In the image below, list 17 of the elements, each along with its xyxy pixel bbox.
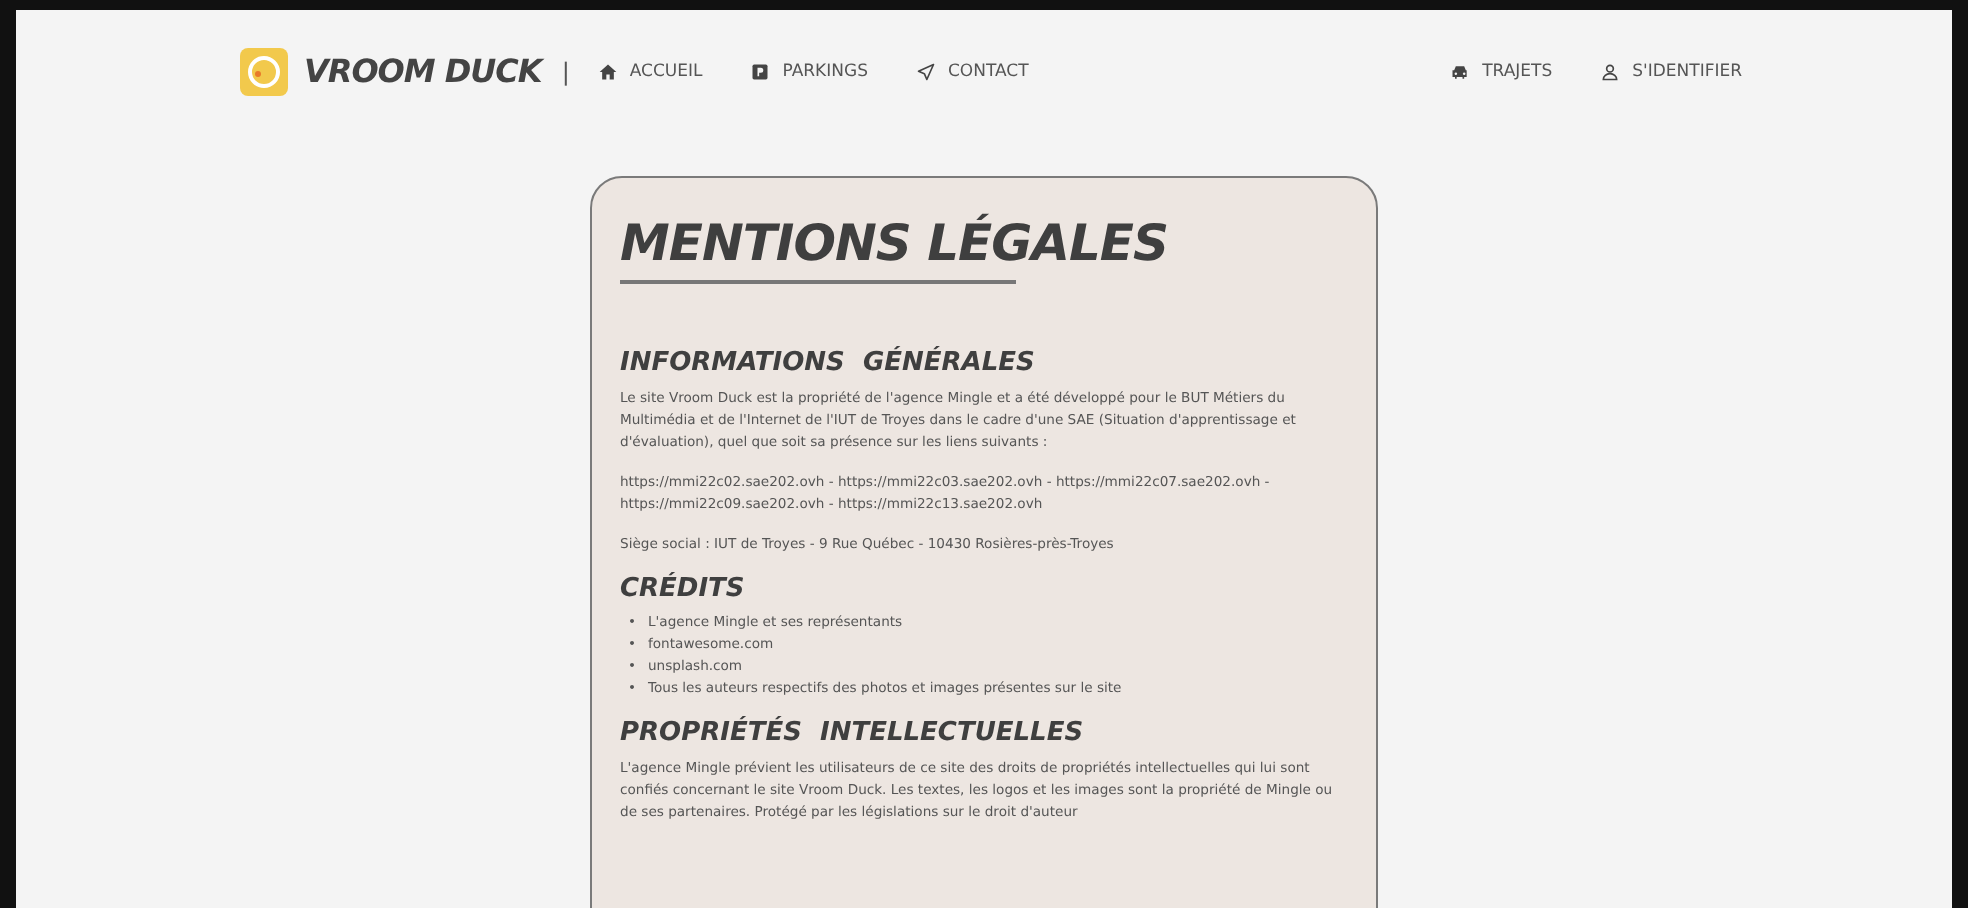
- duck-logo-icon[interactable]: [240, 48, 288, 96]
- nav-link[interactable]: CONTACT: [915, 59, 1029, 85]
- section-heading: INFORMATIONS GÉNÉRALES: [620, 348, 1037, 380]
- nav-link[interactable]: TRAJETS: [1450, 59, 1553, 85]
- page-title: MENTIONS LÉGALES: [620, 214, 1171, 274]
- house-icon: [597, 62, 618, 82]
- nav-link[interactable]: PARKINGS: [750, 59, 868, 85]
- parking-icon: [750, 62, 771, 82]
- section-heading: PROPRIÉTÉS INTELLECTUELLES: [620, 718, 1086, 750]
- nav-link[interactable]: S'IDENTIFIER: [1600, 59, 1742, 85]
- nav-link[interactable]: ACCUEIL: [597, 59, 703, 85]
- car-icon: [1450, 62, 1471, 82]
- section-heading: CRÉDITS: [620, 573, 747, 605]
- paper-plane-icon: [915, 62, 936, 82]
- separator: |: [561, 56, 570, 90]
- user-icon: [1600, 62, 1621, 82]
- brand-name[interactable]: VROOM DUCK: [304, 48, 542, 96]
